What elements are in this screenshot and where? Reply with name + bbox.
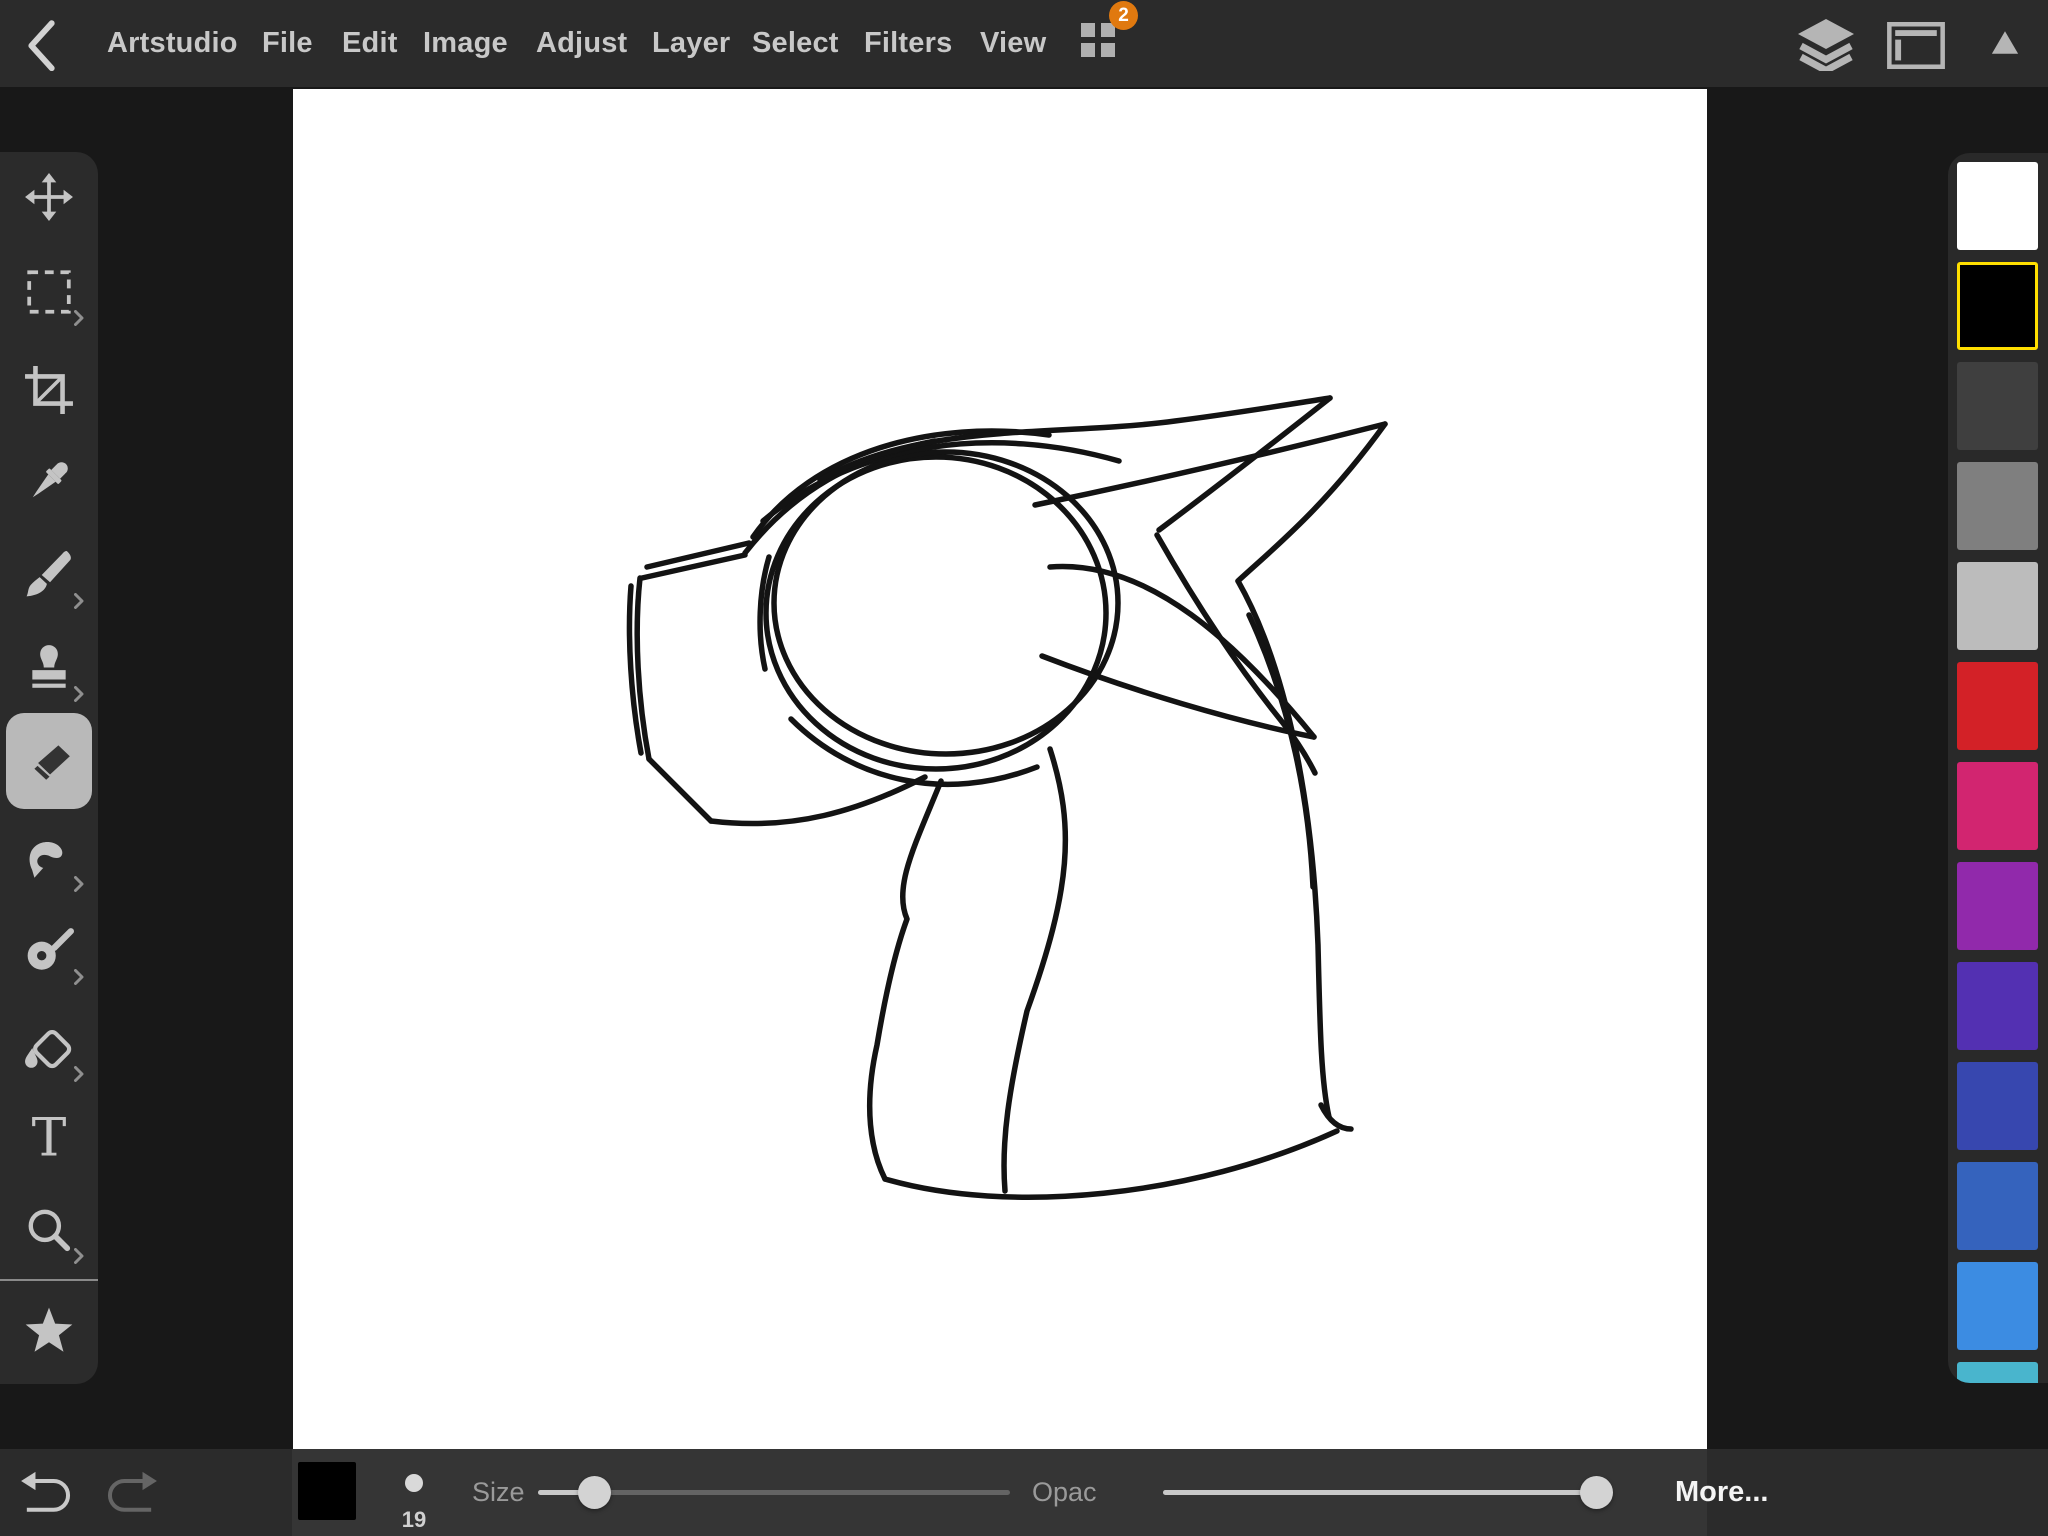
swatch-red[interactable] bbox=[1957, 662, 2038, 750]
swatch-cyan[interactable] bbox=[1957, 1362, 2038, 1383]
sketch-drawing bbox=[293, 89, 1707, 1449]
menu-item-select[interactable]: Select bbox=[752, 0, 839, 87]
redo-arrow-icon bbox=[104, 1470, 160, 1516]
submenu-chevron-icon bbox=[74, 876, 84, 892]
tool-move[interactable] bbox=[0, 161, 98, 233]
drawing-canvas[interactable] bbox=[293, 89, 1707, 1449]
swatch-pink[interactable] bbox=[1957, 762, 2038, 850]
toolbar-divider bbox=[0, 1279, 98, 1281]
submenu-chevron-icon bbox=[74, 969, 84, 985]
color-palette bbox=[1948, 153, 2048, 1383]
lollipop-icon bbox=[24, 926, 74, 976]
submenu-chevron-icon bbox=[74, 593, 84, 609]
swatch-dark-gray[interactable] bbox=[1957, 362, 2038, 450]
swatch-black[interactable] bbox=[1957, 262, 2038, 350]
tool-bucket-fill[interactable] bbox=[0, 1012, 98, 1084]
submenu-chevron-icon bbox=[74, 1066, 84, 1082]
swatch-light-gray[interactable] bbox=[1957, 562, 2038, 650]
text-icon: T bbox=[24, 1113, 74, 1163]
menu-item-artstudio[interactable]: Artstudio bbox=[107, 0, 238, 87]
swatch-sky-blue[interactable] bbox=[1957, 1262, 2038, 1350]
svg-text:T: T bbox=[32, 1113, 67, 1163]
tool-smudge[interactable] bbox=[0, 822, 98, 894]
opacity-slider-fill bbox=[1163, 1490, 1597, 1495]
tool-eraser[interactable] bbox=[0, 726, 98, 798]
menu-item-adjust[interactable]: Adjust bbox=[536, 0, 627, 87]
eyedropper-icon bbox=[24, 456, 74, 506]
current-color-swatch[interactable] bbox=[298, 1462, 356, 1520]
opacity-slider-knob[interactable] bbox=[1580, 1476, 1613, 1509]
magnifier-icon bbox=[24, 1205, 74, 1255]
swatch-royal-blue[interactable] bbox=[1957, 1162, 2038, 1250]
chevron-left-icon bbox=[26, 20, 56, 71]
opacity-slider-track[interactable] bbox=[1163, 1490, 1610, 1495]
menu-item-layer[interactable]: Layer bbox=[652, 0, 730, 87]
brush-size-value: 19 bbox=[388, 1507, 440, 1533]
layers-panel-button[interactable] bbox=[1798, 19, 1854, 71]
menu-item-image[interactable]: Image bbox=[423, 0, 508, 87]
tool-rect-select[interactable] bbox=[0, 256, 98, 328]
back-button[interactable] bbox=[26, 20, 56, 68]
submenu-chevron-icon bbox=[74, 310, 84, 326]
undo-button[interactable] bbox=[18, 1470, 74, 1516]
bucket-icon bbox=[24, 1023, 74, 1073]
brush-tip-preview[interactable] bbox=[405, 1474, 423, 1492]
star-icon bbox=[24, 1305, 74, 1355]
interface-layout-button[interactable] bbox=[1886, 22, 1946, 69]
move-icon bbox=[24, 172, 74, 222]
swatch-white[interactable] bbox=[1957, 162, 2038, 250]
grid-square bbox=[1101, 43, 1115, 57]
tool-crop[interactable] bbox=[0, 354, 98, 426]
menu-item-file[interactable]: File bbox=[262, 0, 313, 87]
tool-text[interactable]: T bbox=[0, 1102, 98, 1174]
swatch-violet[interactable] bbox=[1957, 962, 2038, 1050]
bottom-bar: 19 Size Opac More... bbox=[0, 1449, 2048, 1536]
brush-icon bbox=[24, 550, 74, 600]
layers-icon bbox=[1798, 19, 1854, 71]
tool-paint[interactable] bbox=[0, 539, 98, 611]
size-slider-label: Size bbox=[472, 1449, 525, 1536]
pages-count-badge: 2 bbox=[1109, 1, 1138, 30]
menu-bar: Artstudio File Edit Image Adjust Layer Select F… bbox=[0, 0, 2048, 87]
swatch-gray[interactable] bbox=[1957, 462, 2038, 550]
collapse-triangle-icon bbox=[1990, 29, 2020, 56]
more-button[interactable]: More... bbox=[1675, 1449, 1768, 1536]
menu-item-filters[interactable]: Filters bbox=[864, 0, 952, 87]
smudge-icon bbox=[24, 833, 74, 883]
tool-sidebar: T bbox=[0, 152, 98, 1384]
pages-grid-button[interactable] bbox=[1081, 23, 1115, 57]
tool-liquify[interactable] bbox=[0, 915, 98, 987]
tool-eyedropper[interactable] bbox=[0, 445, 98, 517]
submenu-chevron-icon bbox=[74, 686, 84, 702]
marquee-icon bbox=[24, 267, 74, 317]
tool-clone[interactable] bbox=[0, 632, 98, 704]
opacity-slider-label: Opac bbox=[1032, 1449, 1097, 1536]
size-slider-knob[interactable] bbox=[578, 1476, 611, 1509]
stamp-icon bbox=[24, 643, 74, 693]
swatch-blue[interactable] bbox=[1957, 1062, 2038, 1150]
grid-square bbox=[1081, 43, 1095, 57]
tool-zoom[interactable] bbox=[0, 1194, 98, 1266]
swatch-purple[interactable] bbox=[1957, 862, 2038, 950]
grid-square bbox=[1081, 23, 1095, 37]
redo-button[interactable] bbox=[104, 1470, 160, 1516]
interface-panels-icon bbox=[1886, 22, 1946, 69]
submenu-chevron-icon bbox=[74, 1248, 84, 1264]
undo-arrow-icon bbox=[18, 1470, 74, 1516]
menu-item-view[interactable]: View bbox=[980, 0, 1046, 87]
eraser-icon bbox=[24, 737, 74, 787]
menu-item-edit[interactable]: Edit bbox=[342, 0, 398, 87]
tool-favorites[interactable] bbox=[0, 1294, 98, 1366]
crop-icon bbox=[24, 365, 74, 415]
collapse-ui-button[interactable] bbox=[1990, 29, 2020, 56]
